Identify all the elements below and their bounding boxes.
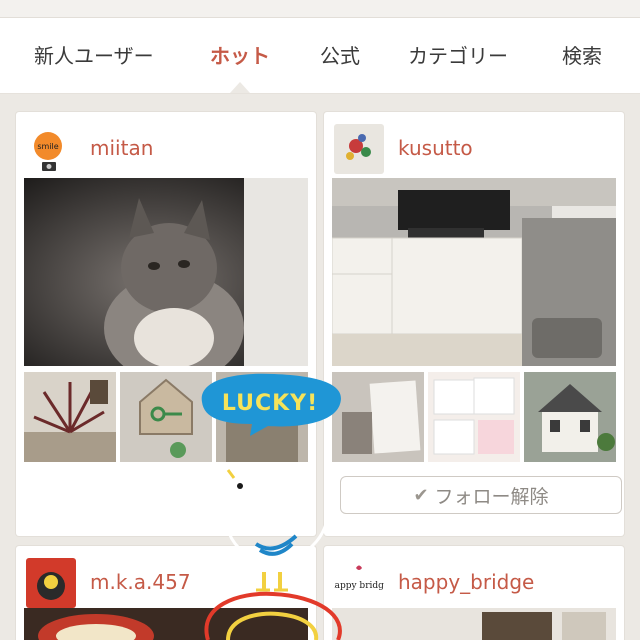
check-icon: ✔ bbox=[413, 484, 429, 506]
avatar[interactable] bbox=[334, 124, 384, 174]
main-photo-room[interactable] bbox=[332, 608, 616, 640]
tab-official[interactable]: 公式 bbox=[320, 40, 360, 69]
unfollow-label: フォロー解除 bbox=[434, 485, 549, 508]
tab-bar: 新人ユーザー ホット 公式 カテゴリー 検索 bbox=[0, 18, 640, 94]
username[interactable]: happy_bridge bbox=[398, 570, 534, 594]
avatar-text: smile bbox=[37, 142, 58, 151]
status-bar bbox=[0, 0, 640, 18]
post-card-happy-bridge[interactable]: happy bridge happy_bridge bbox=[324, 546, 624, 640]
lucky-sticker: LUCKY! bbox=[194, 372, 346, 436]
main-photo-cat[interactable] bbox=[24, 178, 308, 366]
username[interactable]: m.k.a.457 bbox=[90, 570, 191, 594]
main-photo-kitchen[interactable] bbox=[332, 178, 616, 366]
thumb-cards[interactable] bbox=[428, 372, 520, 462]
username[interactable]: miitan bbox=[90, 136, 153, 160]
thumb-plant[interactable] bbox=[24, 372, 116, 462]
tab-new-users[interactable]: 新人ユーザー bbox=[34, 40, 154, 69]
avatar[interactable]: smile bbox=[26, 124, 76, 174]
post-card-kusutto[interactable]: kusutto ✔ フォロー解除 bbox=[324, 112, 624, 536]
lucky-text: LUCKY! bbox=[222, 391, 318, 416]
active-tab-indicator bbox=[230, 82, 250, 93]
unfollow-button[interactable]: ✔ フォロー解除 bbox=[340, 476, 622, 514]
tab-category[interactable]: カテゴリー bbox=[408, 40, 508, 69]
thumb-dollhouse[interactable] bbox=[524, 372, 616, 462]
username[interactable]: kusutto bbox=[398, 136, 473, 160]
avatar[interactable] bbox=[26, 558, 76, 608]
tab-search[interactable]: 検索 bbox=[562, 40, 602, 69]
tab-hot[interactable]: ホット bbox=[210, 40, 270, 69]
bird-doodle bbox=[198, 436, 348, 640]
